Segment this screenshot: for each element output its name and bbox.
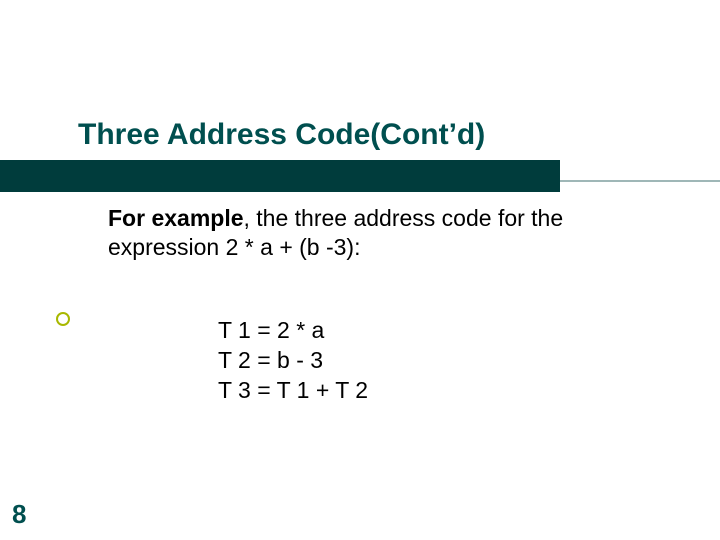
title-underline-bar [0,160,560,192]
bullet-icon [56,312,70,326]
code-line-3: T 3 = T 1 + T 2 [218,376,368,406]
intro-lead: For example [108,205,244,231]
page-number: 8 [12,499,26,530]
code-line-1: T 1 = 2 * a [218,316,368,346]
code-block: T 1 = 2 * a T 2 = b - 3 T 3 = T 1 + T 2 [218,316,368,406]
intro-text: For example, the three address code for … [108,204,628,262]
code-line-2: T 2 = b - 3 [218,346,368,376]
title-underline-tail [560,180,720,182]
slide-title: Three Address Code(Cont’d) [78,118,485,152]
slide: Three Address Code(Cont’d) For example, … [0,0,720,540]
